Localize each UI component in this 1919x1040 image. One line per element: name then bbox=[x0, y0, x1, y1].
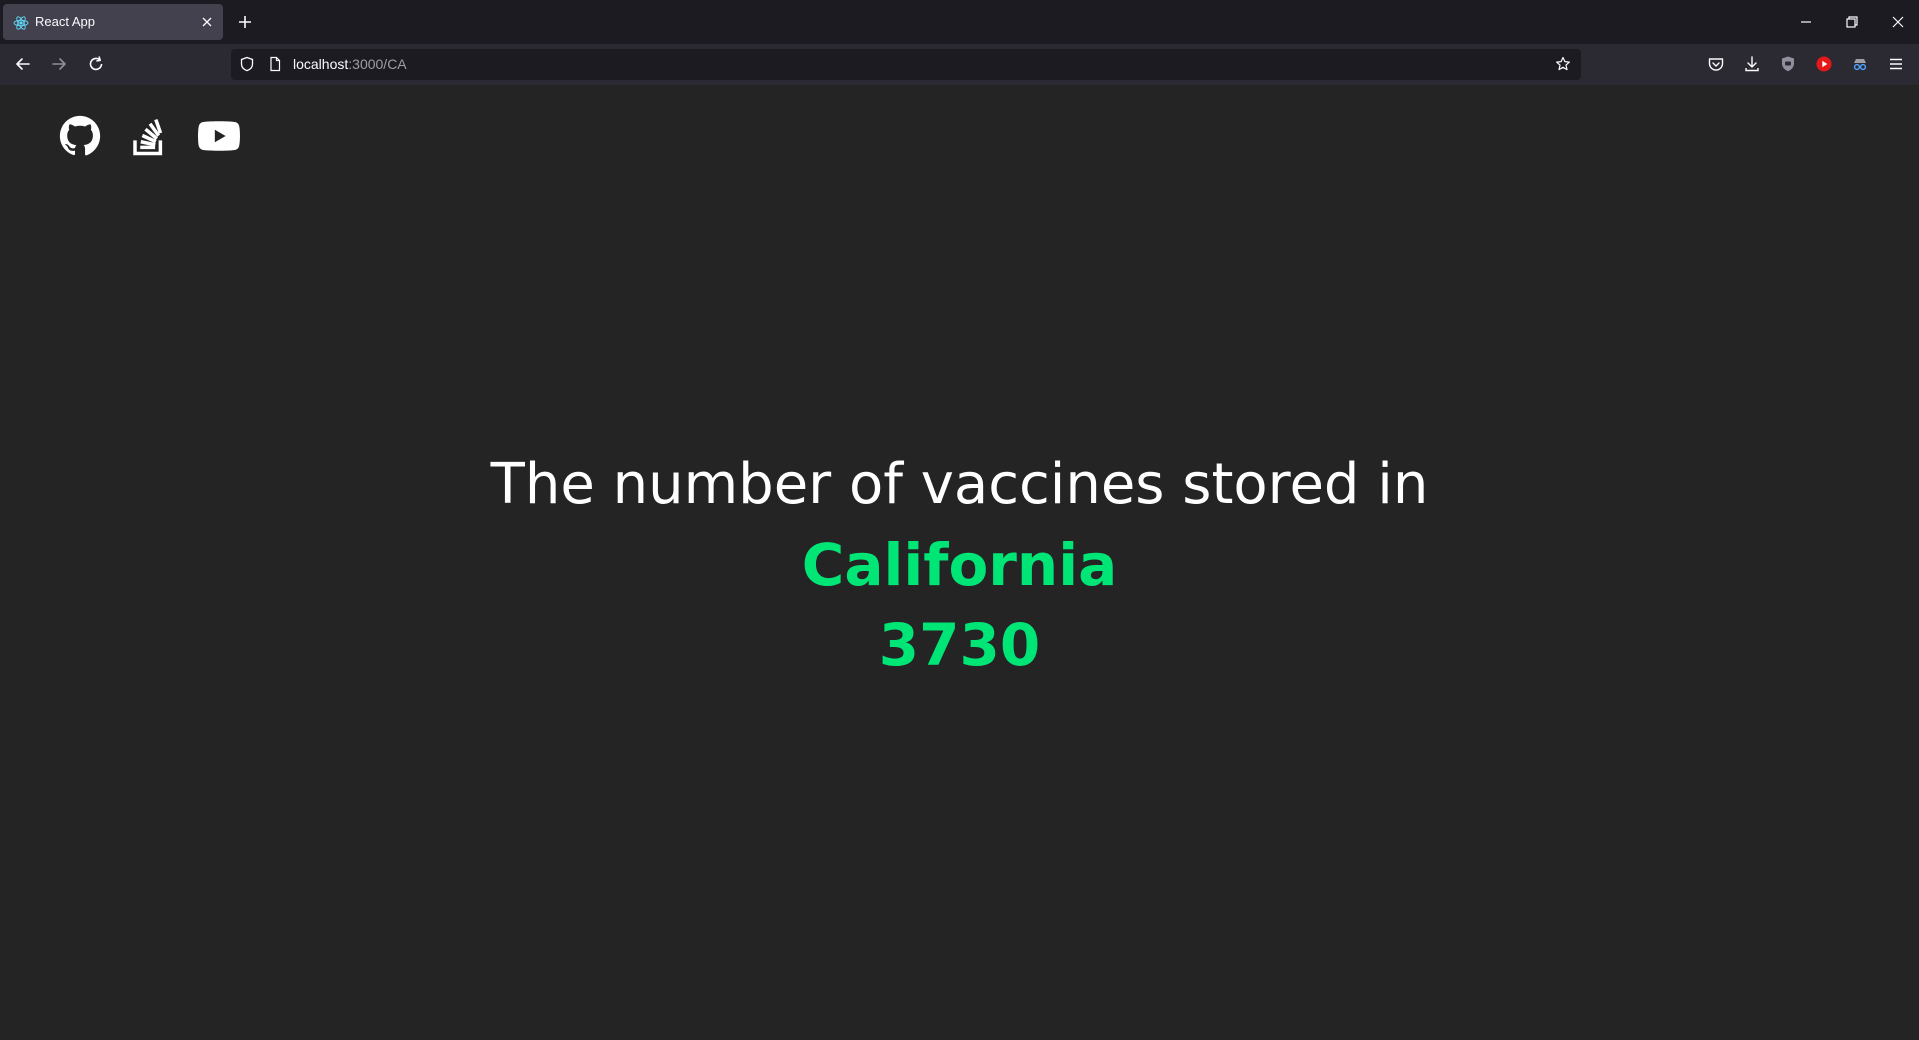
extension-shield-icon[interactable] bbox=[1778, 54, 1798, 74]
page-content: The number of vaccines stored in Califor… bbox=[0, 85, 1919, 1040]
close-window-icon[interactable] bbox=[1888, 12, 1908, 32]
vaccine-count: 3730 bbox=[878, 611, 1041, 679]
vaccine-heading: The number of vaccines stored in bbox=[490, 452, 1429, 517]
navigation-bar: localhost:3000/CA bbox=[0, 44, 1919, 85]
tab-react-app[interactable]: React App bbox=[3, 4, 223, 40]
url-text[interactable]: localhost:3000/CA bbox=[293, 56, 407, 72]
url-bar[interactable]: localhost:3000/CA bbox=[231, 49, 1581, 80]
download-icon[interactable] bbox=[1742, 54, 1762, 74]
browser-window: React App localhost:3000/CA The number o… bbox=[0, 0, 1919, 1040]
bookmark-star-icon[interactable] bbox=[1555, 56, 1571, 72]
close-tab-icon[interactable] bbox=[199, 14, 215, 30]
hamburger-menu-icon[interactable] bbox=[1886, 54, 1906, 74]
url-host: localhost bbox=[293, 56, 349, 72]
shield-icon[interactable] bbox=[239, 56, 255, 72]
tab-title: React App bbox=[35, 14, 95, 29]
react-icon bbox=[13, 16, 29, 30]
back-arrow-icon[interactable] bbox=[13, 54, 33, 74]
minimize-icon[interactable] bbox=[1796, 12, 1816, 32]
restore-icon[interactable] bbox=[1842, 12, 1862, 32]
reload-icon[interactable] bbox=[86, 54, 106, 74]
youtube-icon[interactable] bbox=[198, 115, 240, 157]
github-icon[interactable] bbox=[59, 115, 101, 157]
incognito-extension-icon[interactable] bbox=[1850, 54, 1870, 74]
page-icon[interactable] bbox=[267, 56, 283, 72]
vaccine-summary: The number of vaccines stored in Califor… bbox=[0, 445, 1919, 685]
tab-strip: React App bbox=[0, 0, 1919, 44]
pocket-icon[interactable] bbox=[1706, 54, 1726, 74]
state-name: California bbox=[801, 531, 1118, 599]
youtube-extension-icon[interactable] bbox=[1814, 54, 1834, 74]
url-path: :3000/CA bbox=[348, 56, 407, 72]
forward-arrow-icon[interactable] bbox=[49, 54, 69, 74]
new-tab-button[interactable] bbox=[233, 12, 257, 32]
stackoverflow-icon[interactable] bbox=[128, 115, 170, 157]
